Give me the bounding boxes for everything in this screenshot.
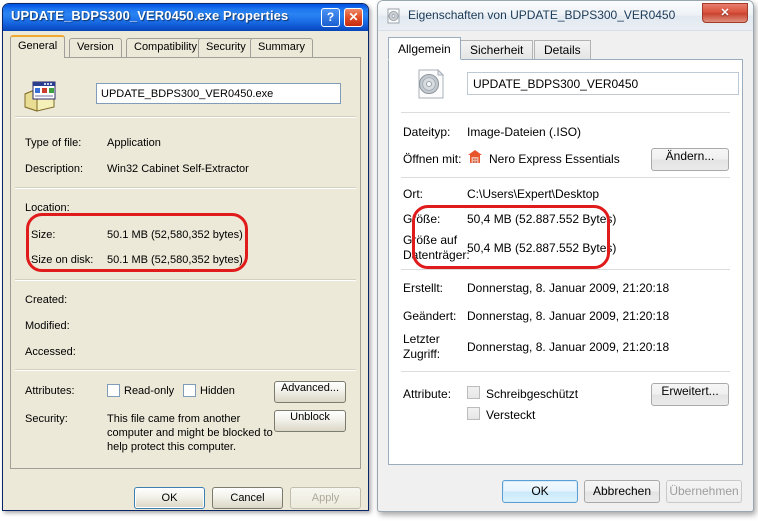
readonly-checkbox-label: Read-only [124, 385, 174, 397]
w7-divider-3 [401, 269, 730, 270]
xp-label-type-of-file: Type of file: [25, 137, 81, 149]
xp-window-title: UPDATE_BDPS300_VER0450.exe Properties [11, 8, 288, 23]
help-icon[interactable]: ? [321, 8, 340, 27]
xp-label-location: Location: [25, 202, 70, 214]
xp-value-size: 50.1 MB (52,580,352 bytes) [107, 229, 243, 241]
w7-tab-strip: Allgemein Sicherheit Details [388, 37, 743, 60]
xp-divider-1 [15, 116, 356, 118]
w7-label-geaendert: Geändert: [403, 309, 456, 323]
tab-allgemein[interactable]: Allgemein [388, 37, 461, 60]
schreibgeschuetzt-checkbox-label: Schreibgeschützt [486, 387, 578, 401]
w7-value-groesse: 50,4 MB (52.887.552 Bytes) [467, 212, 616, 226]
w7-value-ort: C:\Users\Expert\Desktop [467, 187, 599, 201]
tab-details[interactable]: Details [534, 40, 591, 60]
erweitert-button[interactable]: Erweitert... [651, 383, 729, 406]
w7-label-erstellt: Erstellt: [403, 281, 443, 295]
close-icon[interactable]: ✕ [344, 8, 363, 27]
change-program-button[interactable]: Ändern... [651, 148, 729, 171]
w7-title-bar[interactable]: Eigenschaften von UPDATE_BDPS300_VER0450… [378, 1, 753, 31]
tab-summary[interactable]: Summary [250, 38, 313, 57]
xp-divider-2 [15, 187, 356, 189]
xp-security-text-line3: help protect this computer. [107, 441, 236, 453]
xp-label-description: Description: [25, 163, 83, 175]
w7-allgemein-panel: Dateityp: Image-Dateien (.ISO) Öffnen mi… [388, 59, 743, 465]
xp-label-modified: Modified: [25, 320, 70, 332]
xp-divider-3 [15, 279, 356, 281]
w7-label-oeffnen-mit: Öffnen mit: [403, 152, 461, 166]
w7-value-oeffnen-mit: Nero Express Essentials [489, 152, 620, 166]
close-icon[interactable]: ✕ [702, 3, 748, 23]
w7-value-groesse-auf-datentraeger: 50,4 MB (52.887.552 Bytes) [467, 241, 616, 255]
w7-label-letzter-zugriff-line2: Zugriff: [403, 347, 440, 361]
xp-divider-4 [15, 369, 356, 371]
w7-properties-dialog: Eigenschaften von UPDATE_BDPS300_VER0450… [377, 0, 754, 512]
w7-apply-button: Übernehmen [666, 480, 742, 503]
w7-divider-4 [401, 371, 730, 372]
xp-value-description: Win32 Cabinet Self-Extractor [107, 163, 249, 175]
hidden-checkbox-label: Hidden [200, 385, 235, 397]
w7-value-geaendert: Donnerstag, 8. Januar 2009, 21:20:18 [467, 309, 669, 323]
xp-value-size-on-disk: 50.1 MB (52,580,352 bytes) [107, 254, 243, 266]
xp-apply-button: Apply [290, 487, 361, 509]
w7-window-title: Eigenschaften von UPDATE_BDPS300_VER0450 [408, 8, 675, 22]
cabinet-self-extractor-icon [21, 80, 59, 114]
schreibgeschuetzt-checkbox[interactable] [467, 386, 480, 399]
versteckt-checkbox[interactable] [467, 407, 480, 420]
versteckt-checkbox-label: Versteckt [486, 408, 535, 422]
iso-disc-icon [415, 68, 447, 100]
disc-file-icon [386, 8, 402, 24]
xp-security-text-line2: computer and might be blocked to [107, 427, 273, 439]
w7-divider-1 [401, 112, 730, 113]
w7-value-dateityp: Image-Dateien (.ISO) [467, 125, 581, 139]
tab-sicherheit[interactable]: Sicherheit [460, 40, 533, 60]
w7-label-attribute: Attribute: [403, 387, 451, 401]
hidden-checkbox[interactable] [183, 384, 196, 397]
w7-ok-button[interactable]: OK [502, 480, 578, 503]
w7-label-dateityp: Dateityp: [403, 125, 450, 139]
tab-version[interactable]: Version [69, 38, 122, 57]
xp-label-size: Size: [31, 229, 55, 241]
tab-security[interactable]: Security [198, 38, 254, 57]
w7-label-groesse-auf-datentraeger-line2: Datenträger: [403, 248, 470, 262]
w7-value-erstellt: Donnerstag, 8. Januar 2009, 21:20:18 [467, 281, 669, 295]
w7-value-letzter-zugriff: Donnerstag, 8. Januar 2009, 21:20:18 [467, 340, 669, 354]
xp-label-created: Created: [25, 294, 67, 306]
tab-compatibility[interactable]: Compatibility [126, 38, 205, 57]
xp-security-text-line1: This file came from another [107, 413, 240, 425]
xp-label-attributes: Attributes: [25, 385, 75, 397]
w7-label-letzter-zugriff-line1: Letzter [403, 332, 440, 346]
xp-label-accessed: Accessed: [25, 346, 76, 358]
w7-file-name-input[interactable] [467, 72, 739, 95]
w7-label-groesse-auf-datentraeger-line1: Größe auf [403, 233, 457, 247]
w7-label-ort: Ort: [403, 187, 423, 201]
unblock-button[interactable]: Unblock [274, 410, 346, 432]
advanced-button[interactable]: Advanced... [274, 381, 346, 403]
w7-divider-2 [401, 177, 730, 178]
xp-properties-dialog: UPDATE_BDPS300_VER0450.exe Properties ? … [2, 3, 369, 511]
w7-cancel-button[interactable]: Abbrechen [584, 480, 660, 503]
xp-value-type-of-file: Application [107, 137, 161, 149]
xp-ok-button[interactable]: OK [134, 487, 205, 509]
tab-general[interactable]: General [10, 35, 65, 58]
nero-express-icon [467, 149, 483, 165]
xp-label-security: Security: [25, 413, 68, 425]
xp-label-size-on-disk: Size on disk: [31, 254, 93, 266]
xp-file-name-input[interactable] [96, 83, 341, 104]
readonly-checkbox[interactable] [107, 384, 120, 397]
w7-label-groesse: Größe: [403, 212, 440, 226]
xp-cancel-button[interactable]: Cancel [212, 487, 283, 509]
xp-tab-strip: General Version Compatibility Security S… [10, 35, 361, 57]
xp-title-bar[interactable]: UPDATE_BDPS300_VER0450.exe Properties ? … [3, 4, 368, 31]
